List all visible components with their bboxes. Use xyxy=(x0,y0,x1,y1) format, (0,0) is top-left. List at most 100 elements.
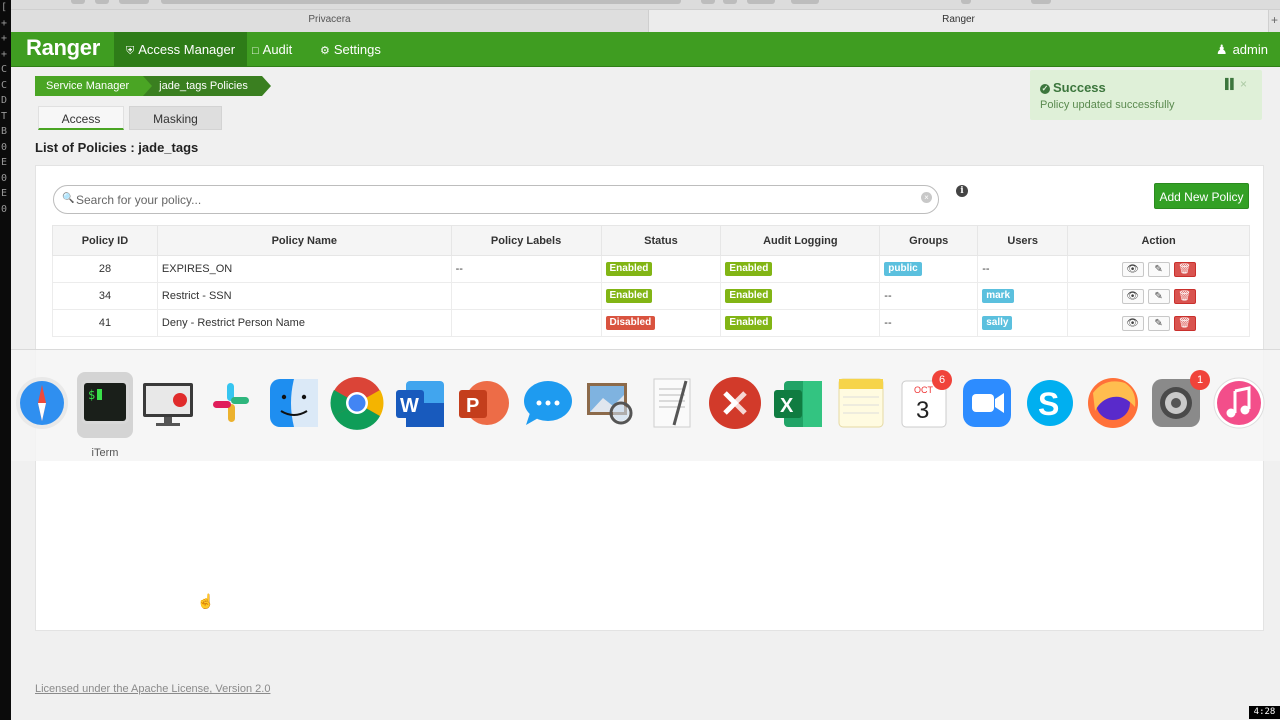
search-input[interactable] xyxy=(76,190,906,210)
policy-id-link[interactable]: 41 xyxy=(52,309,158,337)
view-icon[interactable]: 👁 xyxy=(1121,315,1144,331)
nav-audit[interactable]: □ Audit xyxy=(240,32,304,67)
terminal-char: [ xyxy=(1,2,8,13)
user-menu[interactable]: ♟ admin xyxy=(1216,32,1268,67)
itunes-icon[interactable] xyxy=(1211,373,1267,431)
terminal-char: 0 xyxy=(1,203,8,215)
toolbar-button[interactable] xyxy=(747,0,775,4)
slack-icon[interactable] xyxy=(203,373,259,431)
svg-text:S: S xyxy=(1038,386,1059,422)
column-header-groups[interactable]: Groups xyxy=(879,225,979,256)
remote-desktop-icon[interactable] xyxy=(707,373,763,431)
column-header-policy-id[interactable]: Policy ID xyxy=(52,225,158,256)
finder-icon[interactable] xyxy=(266,373,322,431)
view-icon[interactable]: 👁 xyxy=(1121,288,1144,304)
edit-icon[interactable]: ✎ xyxy=(1147,288,1170,304)
clear-search-icon[interactable]: × xyxy=(921,192,932,203)
dock-item-iterm[interactable]: $ xyxy=(77,372,133,438)
toast-message: Policy updated successfully xyxy=(1040,99,1175,111)
audit-cell: Enabled xyxy=(720,309,881,337)
breadcrumb-service-manager[interactable]: Service Manager xyxy=(35,76,153,96)
users-cell: -- xyxy=(977,255,1069,283)
safari-icon[interactable] xyxy=(14,373,70,431)
status-badge: Enabled xyxy=(605,262,653,276)
column-header-status[interactable]: Status xyxy=(600,225,722,256)
toolbar-button[interactable] xyxy=(791,0,819,4)
powerpoint-icon[interactable]: P xyxy=(455,373,511,431)
toolbar-button[interactable] xyxy=(95,0,109,4)
browser-toolbar xyxy=(11,0,1280,10)
toolbar-button[interactable] xyxy=(1031,0,1051,4)
users-cell: sally xyxy=(977,309,1069,337)
edit-icon[interactable]: ✎ xyxy=(1147,315,1170,331)
toolbar-button[interactable] xyxy=(71,0,85,4)
policy-name: Restrict - SSN xyxy=(156,282,452,310)
edit-icon[interactable]: ✎ xyxy=(1147,261,1170,277)
delete-icon[interactable]: 🗑 xyxy=(1173,261,1196,277)
pause-icon[interactable]: ▌▌ xyxy=(1225,79,1237,90)
firefox-icon[interactable] xyxy=(1085,373,1141,431)
preview-icon[interactable] xyxy=(581,373,637,431)
search-box: 🔍 × xyxy=(53,185,939,214)
shield-icon: ⛨ xyxy=(126,45,135,57)
word-icon[interactable]: W xyxy=(392,373,448,431)
toolbar-button[interactable] xyxy=(723,0,737,4)
table-row: 34 Restrict - SSN Enabled Enabled -- mar… xyxy=(52,282,1250,310)
new-tab-button[interactable]: + xyxy=(1269,10,1280,32)
view-icon[interactable]: 👁 xyxy=(1121,261,1144,277)
excel-icon[interactable]: X xyxy=(770,373,826,431)
delete-icon[interactable]: 🗑 xyxy=(1173,288,1196,304)
toolbar-button[interactable] xyxy=(701,0,715,4)
nav-settings[interactable]: ⚙ Settings xyxy=(308,32,393,67)
toolbar-button[interactable] xyxy=(961,0,971,4)
add-new-policy-button[interactable]: Add New Policy xyxy=(1154,183,1249,209)
terminal-char: T xyxy=(1,110,8,122)
iterm-icon: $ xyxy=(81,380,129,424)
toast-title-text: Success xyxy=(1053,80,1106,95)
action-cell: 👁 ✎ 🗑 xyxy=(1067,282,1250,310)
browser-tab-privacera[interactable]: Privacera xyxy=(11,10,649,32)
audit-cell: Enabled xyxy=(720,282,881,310)
skype-icon[interactable]: S xyxy=(1022,373,1078,431)
breadcrumb-policies[interactable]: jade_tags Policies xyxy=(143,76,271,96)
screen-recorder-icon[interactable] xyxy=(140,373,196,431)
textedit-icon[interactable] xyxy=(644,373,700,431)
status-cell: Disabled xyxy=(600,309,722,337)
table-header-row: Policy ID Policy Name Policy Labels Stat… xyxy=(52,225,1250,256)
close-icon[interactable]: × xyxy=(1240,77,1247,91)
messages-icon[interactable] xyxy=(518,373,574,431)
action-cell: 👁 ✎ 🗑 xyxy=(1067,309,1250,337)
calendar-icon[interactable]: OCT 3 6 xyxy=(896,370,952,431)
policy-labels: -- xyxy=(450,255,602,283)
tab-masking[interactable]: Masking xyxy=(129,106,222,130)
policy-id-link[interactable]: 28 xyxy=(52,255,158,283)
browser-tab-ranger[interactable]: Ranger xyxy=(649,10,1269,32)
license-link[interactable]: Licensed under the Apache License, Versi… xyxy=(35,683,270,695)
users-cell: mark xyxy=(977,282,1069,310)
delete-icon[interactable]: 🗑 xyxy=(1173,315,1196,331)
info-icon[interactable]: i xyxy=(956,185,968,197)
column-header-audit-logging[interactable]: Audit Logging xyxy=(720,225,881,256)
notes-icon[interactable] xyxy=(833,373,889,431)
group-badge: public xyxy=(884,262,922,276)
system-preferences-badge: 1 xyxy=(1190,370,1210,390)
policy-id-link[interactable]: 34 xyxy=(52,282,158,310)
policy-name: Deny - Restrict Person Name xyxy=(156,309,452,337)
tab-access[interactable]: Access xyxy=(38,106,124,130)
toolbar-button[interactable] xyxy=(119,0,149,4)
svg-text:$: $ xyxy=(88,388,95,402)
chrome-icon[interactable] xyxy=(329,373,385,431)
column-header-policy-name[interactable]: Policy Name xyxy=(156,225,452,256)
system-preferences-icon[interactable]: 1 xyxy=(1148,370,1210,431)
column-header-users[interactable]: Users xyxy=(977,225,1069,256)
nav-label: Audit xyxy=(262,42,293,57)
action-cell: 👁 ✎ 🗑 xyxy=(1067,255,1250,283)
page-title: List of Policies : jade_tags xyxy=(35,140,199,155)
nav-access-manager[interactable]: ⛨ Access Manager xyxy=(114,32,248,67)
column-header-policy-labels[interactable]: Policy Labels xyxy=(450,225,602,256)
policy-name: EXPIRES_ON xyxy=(156,255,452,283)
ranger-logo[interactable]: Ranger xyxy=(26,35,100,61)
nav-label: Access Manager xyxy=(138,42,236,57)
zoom-icon[interactable] xyxy=(959,373,1015,431)
address-bar[interactable] xyxy=(161,0,681,4)
